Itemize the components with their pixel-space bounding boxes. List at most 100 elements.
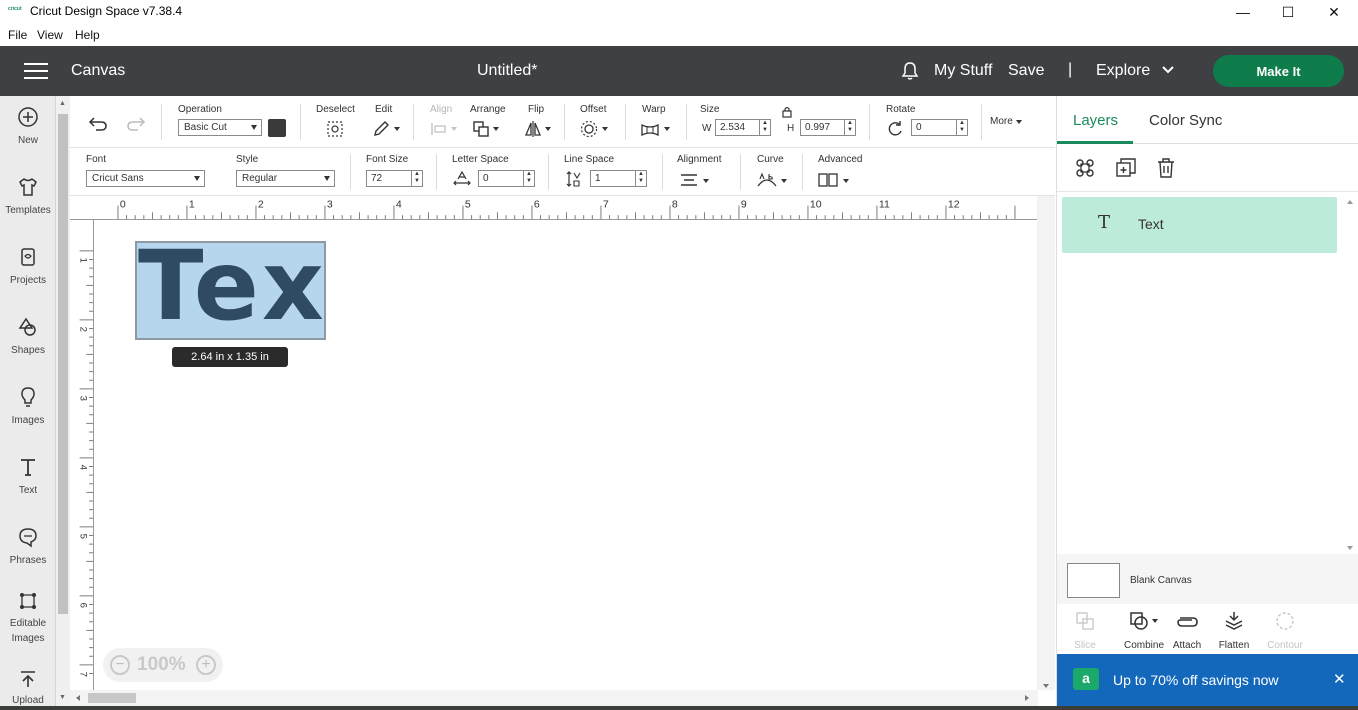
canvas-scroll-thumb[interactable] bbox=[88, 693, 136, 703]
close-button[interactable]: ✕ bbox=[1311, 0, 1357, 24]
my-stuff-link[interactable]: My Stuff bbox=[934, 62, 992, 80]
save-button[interactable]: Save bbox=[1008, 62, 1044, 80]
arrange-icon[interactable] bbox=[472, 120, 490, 138]
sidebar-item-text[interactable]: Text bbox=[0, 456, 56, 516]
tab-layers[interactable]: Layers bbox=[1073, 112, 1118, 129]
warp-icon[interactable] bbox=[640, 122, 660, 136]
layer-item[interactable]: T Text bbox=[1062, 197, 1337, 253]
stepper-icon[interactable]: ▲ ▼ bbox=[844, 120, 855, 135]
width-label: W bbox=[702, 123, 712, 134]
menu-file[interactable]: File bbox=[8, 28, 27, 42]
scroll-down-icon[interactable]: ▼ bbox=[59, 694, 66, 701]
menu-view[interactable]: View bbox=[37, 28, 63, 42]
rotate-input[interactable]: 0 ▲ ▼ bbox=[911, 119, 968, 136]
sidebar-item-upload[interactable]: Upload bbox=[0, 668, 56, 710]
deselect-icon[interactable] bbox=[326, 120, 344, 138]
sidebar-item-phrases[interactable]: Phrases bbox=[0, 526, 56, 586]
stepper-icon[interactable]: ▲ ▼ bbox=[635, 171, 646, 186]
hamburger-menu-icon[interactable] bbox=[24, 63, 48, 79]
sidebar-scroll-thumb[interactable] bbox=[58, 114, 68, 614]
alignment-icon[interactable] bbox=[680, 172, 698, 188]
pencil-icon[interactable] bbox=[372, 120, 390, 138]
style-select[interactable]: Regular bbox=[236, 170, 335, 187]
offset-icon[interactable] bbox=[580, 120, 598, 138]
height-input[interactable]: 0.997 ▲ ▼ bbox=[800, 119, 856, 136]
chevron-down-icon[interactable] bbox=[394, 127, 400, 131]
ruler-label: 2 bbox=[258, 199, 264, 211]
ruler-label: 5 bbox=[465, 199, 471, 211]
chevron-down-icon[interactable] bbox=[602, 127, 608, 131]
zoom-in-button[interactable]: + bbox=[196, 655, 216, 675]
curve-icon[interactable] bbox=[756, 170, 778, 188]
chevron-down-icon[interactable] bbox=[1161, 65, 1175, 75]
chevron-down-icon[interactable] bbox=[1016, 120, 1022, 124]
minimize-button[interactable]: — bbox=[1220, 0, 1266, 24]
ruler-label: 10 bbox=[810, 199, 822, 211]
chevron-down-icon[interactable] bbox=[781, 179, 787, 183]
flip-icon[interactable] bbox=[524, 120, 542, 138]
tab-color-sync[interactable]: Color Sync bbox=[1149, 112, 1222, 129]
flatten-button[interactable]: Flatten bbox=[1206, 610, 1262, 651]
sidebar-item-shapes[interactable]: Shapes bbox=[0, 316, 56, 376]
stepper-icon[interactable]: ▲ ▼ bbox=[411, 171, 422, 186]
sidebar-item-projects[interactable]: Projects bbox=[0, 246, 56, 306]
scroll-up-icon[interactable]: ▲ bbox=[59, 100, 66, 107]
line-space-input[interactable]: 1 ▲ ▼ bbox=[590, 170, 647, 187]
sidebar-scrollbar[interactable]: ▲ ▼ bbox=[56, 96, 70, 710]
advanced-icon[interactable] bbox=[818, 173, 838, 187]
promo-banner[interactable]: a Up to 70% off savings now ✕ bbox=[1057, 654, 1358, 707]
operation-select[interactable]: Basic Cut bbox=[178, 119, 262, 136]
sidebar-item-images[interactable]: Images bbox=[0, 386, 56, 446]
undo-icon[interactable] bbox=[88, 114, 108, 132]
font-size-input[interactable]: 72 ▲ ▼ bbox=[366, 170, 423, 187]
close-icon[interactable]: ✕ bbox=[1333, 670, 1346, 688]
blank-canvas-swatch[interactable] bbox=[1067, 563, 1120, 598]
zoom-out-button[interactable]: − bbox=[110, 655, 130, 675]
lightbulb-icon bbox=[21, 387, 35, 407]
chevron-down-icon[interactable] bbox=[664, 127, 670, 131]
text-object[interactable]: Text bbox=[135, 241, 326, 340]
text-layer-icon: T bbox=[1098, 212, 1111, 233]
chevron-down-icon[interactable] bbox=[843, 179, 849, 183]
canvas-horizontal-scrollbar[interactable] bbox=[70, 690, 1038, 706]
chevron-down-icon[interactable] bbox=[545, 127, 551, 131]
canvas-vertical-scrollbar[interactable] bbox=[1037, 196, 1055, 690]
sidebar-item-new[interactable]: New bbox=[0, 106, 56, 166]
blank-canvas-row[interactable]: Blank Canvas bbox=[1057, 554, 1358, 604]
sidebar-item-templates[interactable]: Templates bbox=[0, 176, 56, 236]
menu-help[interactable]: Help bbox=[75, 28, 100, 42]
chevron-down-icon[interactable] bbox=[493, 127, 499, 131]
ruler-top: 0 1 2 3 4 5 6 7 8 9 10 11 12 bbox=[70, 196, 1038, 220]
scroll-down-icon[interactable] bbox=[1347, 546, 1353, 550]
explore-menu[interactable]: Explore bbox=[1096, 62, 1150, 80]
stepper-icon[interactable]: ▲ ▼ bbox=[956, 120, 967, 135]
window-title: Cricut Design Space v7.38.4 bbox=[30, 4, 183, 18]
letter-space-input[interactable]: 0 ▲ ▼ bbox=[478, 170, 535, 187]
font-select[interactable]: Cricut Sans bbox=[86, 170, 205, 187]
scroll-up-icon[interactable] bbox=[1347, 200, 1353, 204]
rotate-icon[interactable] bbox=[886, 120, 904, 138]
stepper-icon[interactable]: ▲ ▼ bbox=[523, 171, 534, 186]
toolbar-divider bbox=[662, 154, 663, 190]
sidebar-item-label: Text bbox=[18, 485, 38, 496]
scroll-down-icon[interactable] bbox=[1043, 684, 1049, 688]
layers-scrollbar[interactable] bbox=[1342, 196, 1358, 554]
make-it-button[interactable]: Make It bbox=[1213, 55, 1344, 87]
slice-button[interactable]: Slice bbox=[1057, 610, 1113, 651]
scroll-left-icon[interactable] bbox=[74, 694, 82, 702]
redo-icon[interactable] bbox=[126, 114, 146, 132]
more-menu[interactable]: More bbox=[990, 116, 1013, 127]
bell-icon[interactable] bbox=[900, 61, 920, 81]
maximize-button[interactable]: ☐ bbox=[1265, 0, 1311, 24]
color-swatch[interactable] bbox=[268, 119, 286, 137]
sidebar-item-editable-images[interactable]: Editable Images bbox=[0, 590, 56, 660]
chevron-down-icon[interactable] bbox=[703, 179, 709, 183]
trash-icon[interactable] bbox=[1156, 157, 1176, 179]
scroll-right-icon[interactable] bbox=[1023, 694, 1031, 702]
duplicate-icon[interactable] bbox=[1115, 157, 1137, 179]
width-input[interactable]: 2.534 ▲ ▼ bbox=[715, 119, 771, 136]
stepper-icon[interactable]: ▲ ▼ bbox=[759, 120, 770, 135]
group-icon[interactable] bbox=[1074, 157, 1096, 179]
lock-icon[interactable] bbox=[781, 105, 793, 118]
contour-button[interactable]: Contour bbox=[1257, 610, 1313, 651]
